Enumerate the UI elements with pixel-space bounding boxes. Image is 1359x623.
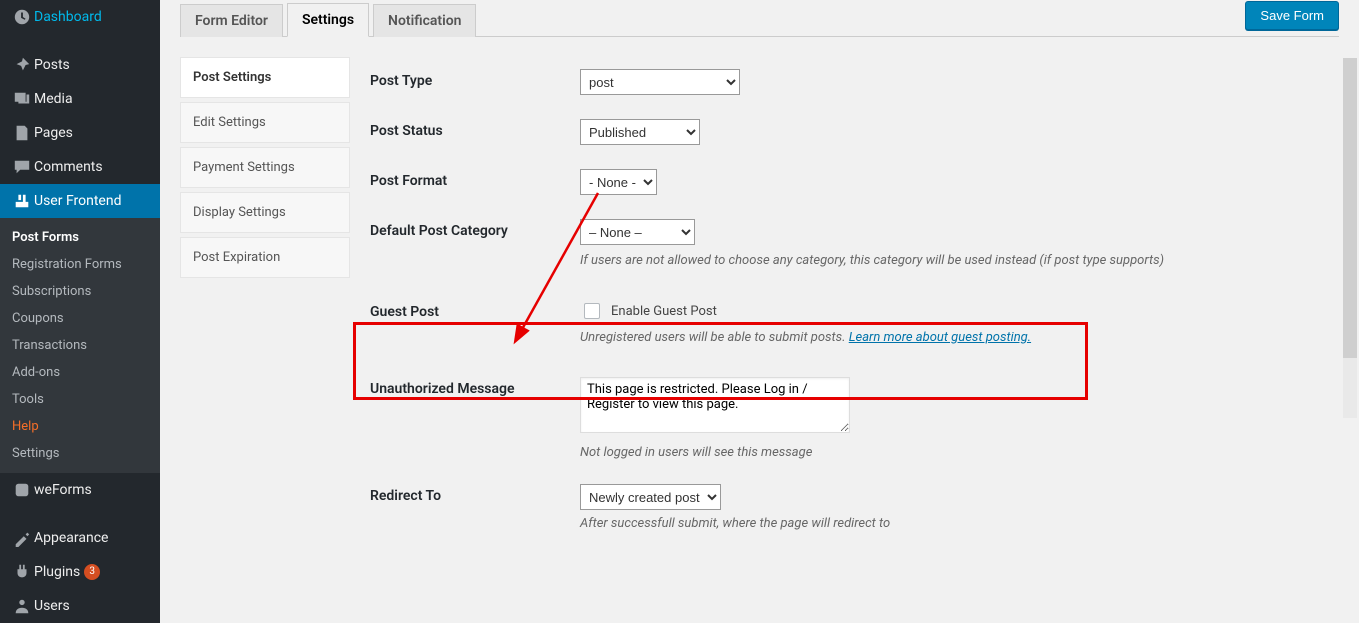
user-frontend-submenu: Post Forms Registration Forms Subscripti… [0,218,160,473]
label-unauth-message: Unauthorized Message [370,377,580,397]
sidebar-users[interactable]: Users [0,589,160,623]
sidebar-label: Users [34,598,70,614]
submenu-transactions[interactable]: Transactions [0,332,160,359]
subnav-payment-settings[interactable]: Payment Settings [180,147,350,188]
help-default-category: If users are not allowed to choose any c… [580,253,1300,268]
select-default-category[interactable]: – None – [580,219,695,245]
appearance-icon [10,529,34,547]
submenu-coupons[interactable]: Coupons [0,305,160,332]
subnav-post-expiration[interactable]: Post Expiration [180,237,350,278]
sidebar-label: Plugins [34,564,80,580]
sidebar-label: Posts [34,57,70,73]
label-redirect-to: Redirect To [370,484,580,504]
select-post-status[interactable]: Published [580,119,700,145]
help-unauth: Not logged in users will see this messag… [580,445,1300,460]
tabs-row: Form Editor Settings Notification Save F… [180,0,1339,37]
checkbox-enable-guest-post[interactable] [584,303,600,319]
media-icon [10,90,34,108]
pages-icon [10,124,34,142]
help-guest-post: Unregistered users will be able to submi… [580,330,1300,345]
label-post-format: Post Format [370,169,580,189]
label-guest-post: Guest Post [370,300,580,320]
select-post-format[interactable]: - None - [580,169,657,195]
dashboard-icon [10,8,34,26]
select-redirect-to[interactable]: Newly created post [580,484,721,510]
sidebar-weforms[interactable]: weForms [0,473,160,507]
subnav-post-settings[interactable]: Post Settings [180,57,350,98]
sidebar-label: Media [34,91,73,107]
sidebar-label: Comments [34,159,103,175]
scrollbar-thumb[interactable] [1343,58,1357,358]
sidebar-label: User Frontend [34,193,121,209]
submenu-registration-forms[interactable]: Registration Forms [0,251,160,278]
sidebar-pages[interactable]: Pages [0,116,160,150]
tab-settings[interactable]: Settings [287,3,369,37]
textarea-unauth-message[interactable] [580,377,850,433]
label-post-type: Post Type [370,69,580,89]
vertical-scrollbar[interactable] [1343,58,1357,418]
help-guest-post-text: Unregistered users will be able to submi… [580,330,849,345]
subnav-edit-settings[interactable]: Edit Settings [180,102,350,143]
users-icon [10,597,34,615]
comments-icon [10,158,34,176]
sidebar-user-frontend[interactable]: User Frontend [0,184,160,218]
tab-notification[interactable]: Notification [373,4,476,37]
sidebar-label: weForms [34,482,92,498]
submenu-settings[interactable]: Settings [0,440,160,467]
checkbox-label: Enable Guest Post [611,304,717,319]
sidebar-label: Dashboard [34,9,102,25]
submenu-post-forms[interactable]: Post Forms [0,224,160,251]
sidebar-label: Pages [34,125,73,141]
submenu-tools[interactable]: Tools [0,386,160,413]
label-default-category: Default Post Category [370,219,580,239]
sidebar-posts[interactable]: Posts [0,48,160,82]
plugin-update-badge: 3 [84,564,100,580]
sidebar-comments[interactable]: Comments [0,150,160,184]
settings-body: Post Type post Post Status Published Pos… [350,57,1339,577]
guest-post-checkbox-row[interactable]: Enable Guest Post [580,300,1300,322]
label-post-status: Post Status [370,119,580,139]
submenu-help[interactable]: Help [0,413,160,440]
sidebar-dashboard[interactable]: Dashboard [0,0,160,34]
user-frontend-icon [10,192,34,210]
sidebar-label: Appearance [34,530,108,546]
subnav-display-settings[interactable]: Display Settings [180,192,350,233]
wp-admin-sidebar: Dashboard Posts Media Pages Comments Use… [0,0,160,623]
settings-subnav: Post Settings Edit Settings Payment Sett… [180,57,350,577]
submenu-add-ons[interactable]: Add-ons [0,359,160,386]
save-form-button[interactable]: Save Form [1245,1,1339,30]
sidebar-media[interactable]: Media [0,82,160,116]
sidebar-appearance[interactable]: Appearance [0,521,160,555]
tab-form-editor[interactable]: Form Editor [180,4,283,37]
main-content: Form Editor Settings Notification Save F… [160,0,1359,623]
weforms-icon [10,481,34,499]
plugins-icon [10,563,34,581]
select-post-type[interactable]: post [580,69,740,95]
help-redirect: After successfull submit, where the page… [580,516,1300,531]
link-learn-guest-posting[interactable]: Learn more about guest posting. [849,330,1031,345]
submenu-subscriptions[interactable]: Subscriptions [0,278,160,305]
sidebar-plugins[interactable]: Plugins 3 [0,555,160,589]
pin-icon [10,56,34,74]
